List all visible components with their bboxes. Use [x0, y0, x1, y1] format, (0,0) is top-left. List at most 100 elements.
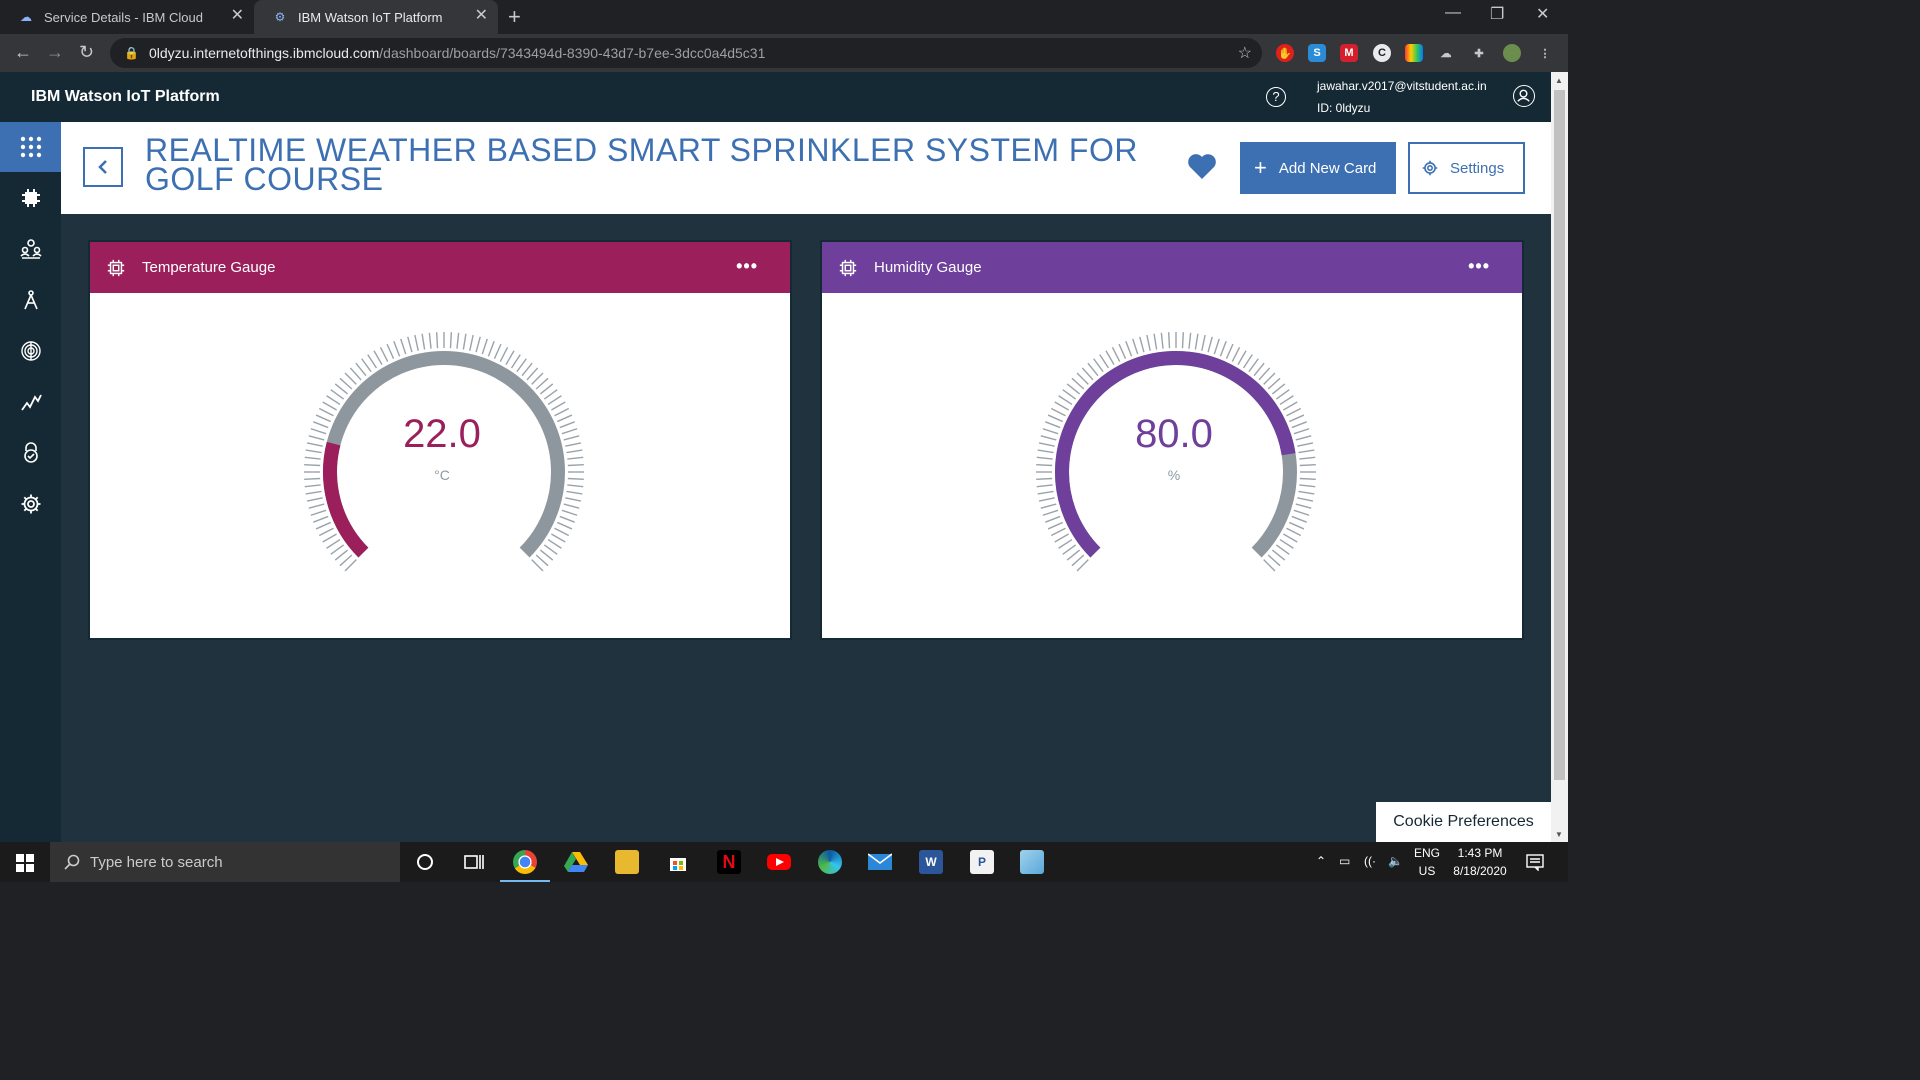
- user-email: jawahar.v2017@vitstudent.ac.in: [1317, 79, 1487, 93]
- s-extension-icon[interactable]: S: [1308, 44, 1326, 62]
- m-extension-icon[interactable]: M: [1340, 44, 1358, 62]
- temperature-gauge-card: Temperature Gauge ••• 22.0 °C: [88, 240, 792, 640]
- gauge-tick: [1036, 484, 1053, 488]
- user-account-icon[interactable]: [1513, 85, 1535, 107]
- close-window-icon[interactable]: ✕: [1536, 4, 1549, 24]
- notifications-icon[interactable]: [1523, 850, 1547, 874]
- tray-overflow-chevron-icon[interactable]: ⌃: [1316, 854, 1326, 868]
- gauge-tick: [1288, 521, 1305, 530]
- gauge-tick: [1263, 559, 1276, 572]
- cortana-circle-icon[interactable]: [413, 850, 437, 874]
- gauge-tick: [475, 336, 481, 353]
- sidebar-item-boards[interactable]: [0, 122, 61, 172]
- restore-icon[interactable]: ❐: [1490, 4, 1504, 24]
- gauge-tick: [334, 549, 349, 561]
- sidebar-item-risk[interactable]: [0, 326, 61, 376]
- tab-title: Service Details - IBM Cloud: [44, 9, 203, 25]
- notes-app-icon[interactable]: [1020, 850, 1044, 874]
- sidebar-item-usage[interactable]: [0, 377, 61, 427]
- gauge-value: 80.0: [1135, 412, 1213, 456]
- mail-icon[interactable]: [868, 850, 892, 874]
- gauge-tick: [547, 538, 562, 549]
- document-app-icon[interactable]: P: [970, 850, 994, 874]
- minimize-icon[interactable]: —: [1445, 4, 1461, 22]
- bookmark-star-icon[interactable]: ☆: [1238, 43, 1252, 63]
- card-header: Humidity Gauge •••: [822, 242, 1522, 293]
- task-view-icon[interactable]: [462, 850, 486, 874]
- reload-icon[interactable]: ↻: [79, 42, 94, 63]
- sidebar-item-settings[interactable]: [0, 479, 61, 529]
- browser-menu-icon[interactable]: ⋮: [1536, 44, 1554, 62]
- add-new-card-button[interactable]: + Add New Card: [1240, 142, 1396, 194]
- microsoft-store-icon[interactable]: [666, 850, 690, 874]
- close-tab-icon[interactable]: ✕: [231, 8, 244, 24]
- forward-arrow-icon[interactable]: →: [46, 42, 64, 63]
- device-chip-icon: [838, 258, 858, 278]
- cookie-preferences-button[interactable]: Cookie Preferences: [1376, 802, 1551, 842]
- netflix-icon[interactable]: N: [717, 850, 741, 874]
- help-icon[interactable]: ?: [1266, 87, 1286, 107]
- edge-icon[interactable]: [818, 850, 842, 874]
- card-title: Temperature Gauge: [142, 259, 276, 276]
- close-tab-icon[interactable]: ✕: [475, 8, 488, 24]
- cloud-extension-icon[interactable]: ☁: [1437, 44, 1455, 62]
- back-button[interactable]: [83, 147, 123, 187]
- gauge-tick: [1036, 456, 1053, 460]
- profile-avatar-icon[interactable]: [1503, 44, 1521, 62]
- battery-icon[interactable]: ▭: [1339, 854, 1350, 868]
- app-header: IBM Watson IoT Platform ? jawahar.v2017@…: [0, 72, 1551, 122]
- windows-taskbar: Type here to search N W P ⌃ ▭ ((· 🔈 ENG …: [0, 842, 1568, 882]
- wifi-icon[interactable]: ((·: [1364, 854, 1376, 868]
- scroll-down-icon[interactable]: ▼: [1555, 830, 1563, 839]
- gauge-tick: [304, 456, 321, 460]
- gauge-tick: [510, 354, 521, 369]
- scroll-thumb[interactable]: [1554, 90, 1565, 780]
- gauge-tick: [493, 343, 502, 360]
- back-arrow-icon[interactable]: ←: [14, 42, 32, 63]
- card-overflow-menu-icon[interactable]: •••: [736, 256, 758, 277]
- gauge-tick: [1299, 484, 1316, 488]
- c-extension-icon[interactable]: C: [1373, 44, 1391, 62]
- browser-tab-strip: ☁ Service Details - IBM Cloud ✕ ⚙ IBM Wa…: [0, 0, 1568, 34]
- color-extension-icon[interactable]: [1405, 44, 1423, 62]
- chrome-icon[interactable]: [513, 850, 537, 874]
- gauge-tick: [1297, 497, 1314, 502]
- gauge-tick: [505, 350, 515, 365]
- gauge-tick: [1201, 334, 1206, 351]
- file-explorer-icon[interactable]: [615, 850, 639, 874]
- gauge-tick: [539, 383, 554, 395]
- browser-toolbar: ← → ↻ 🔒 0ldyzu.internetofthings.ibmcloud…: [0, 34, 1568, 72]
- gauge-tick: [1267, 554, 1281, 567]
- browser-tab-service-details[interactable]: ☁ Service Details - IBM Cloud ✕: [0, 0, 254, 34]
- volume-icon[interactable]: 🔈: [1388, 854, 1403, 868]
- input-language[interactable]: ENG: [1412, 846, 1442, 860]
- gauge-tick: [566, 490, 583, 495]
- sidebar-item-devices[interactable]: [0, 173, 61, 223]
- scroll-up-icon[interactable]: ▲: [1555, 76, 1563, 85]
- word-icon[interactable]: W: [919, 850, 943, 874]
- gauge-tick: [543, 389, 558, 400]
- sidebar-item-apps[interactable]: [0, 275, 61, 325]
- page-scrollbar[interactable]: ▲ ▼: [1551, 72, 1568, 842]
- adblock-extension-icon[interactable]: ✋: [1276, 44, 1294, 62]
- taskbar-search-input[interactable]: Type here to search: [50, 842, 400, 882]
- sidebar-item-security[interactable]: [0, 428, 61, 478]
- gauge-unit: %: [1167, 467, 1181, 483]
- new-tab-button[interactable]: +: [508, 4, 521, 30]
- app-title: IBM Watson IoT Platform: [31, 88, 220, 105]
- favorite-heart-icon[interactable]: [1187, 152, 1217, 185]
- sidebar-item-members[interactable]: [0, 224, 61, 274]
- clock-time[interactable]: 1:43 PM: [1448, 846, 1512, 860]
- address-bar[interactable]: 🔒 0ldyzu.internetofthings.ibmcloud.com/d…: [110, 38, 1262, 68]
- windows-start-icon[interactable]: [16, 854, 34, 877]
- extensions-puzzle-icon[interactable]: ✚: [1470, 44, 1488, 62]
- card-overflow-menu-icon[interactable]: •••: [1468, 256, 1490, 277]
- google-drive-icon[interactable]: [564, 850, 588, 874]
- browser-tab-watson-iot[interactable]: ⚙ IBM Watson IoT Platform ✕: [254, 0, 498, 34]
- gauge-tick: [469, 334, 474, 351]
- gauge-tick: [315, 521, 332, 530]
- youtube-icon[interactable]: [767, 850, 791, 874]
- board-settings-button[interactable]: Settings: [1408, 142, 1525, 194]
- plus-icon: +: [1254, 155, 1267, 180]
- gauge-tick: [326, 538, 341, 549]
